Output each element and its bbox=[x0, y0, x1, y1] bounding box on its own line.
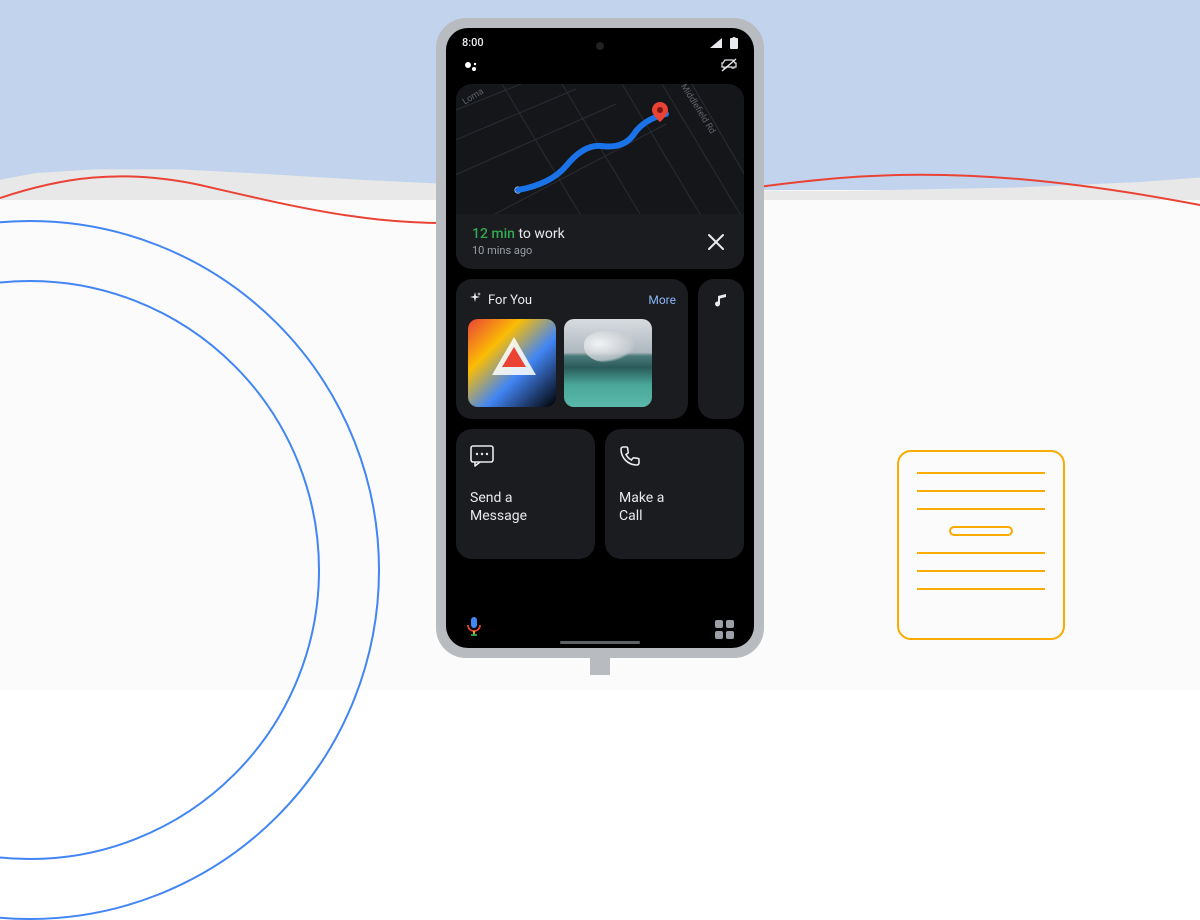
dismiss-navigation-button[interactable] bbox=[704, 230, 728, 254]
app-bar bbox=[446, 53, 754, 84]
status-time: 8:00 bbox=[462, 36, 484, 49]
phone-icon bbox=[619, 445, 730, 471]
car-muted-icon[interactable] bbox=[720, 57, 738, 76]
signal-icon bbox=[710, 38, 722, 48]
music-note-icon bbox=[714, 293, 728, 313]
map-preview[interactable]: Loma Middlefield Rd bbox=[456, 84, 744, 214]
send-message-card[interactable]: Send a Message bbox=[456, 429, 595, 559]
message-icon bbox=[470, 445, 581, 471]
driving-mode-content: Loma Middlefield Rd 12 min to work 10 mi… bbox=[446, 84, 754, 606]
assistant-icon[interactable] bbox=[462, 58, 480, 76]
navigation-card[interactable]: Loma Middlefield Rd 12 min to work 10 mi… bbox=[456, 84, 744, 269]
voice-assistant-button[interactable] bbox=[466, 616, 482, 642]
phone-mount-stem bbox=[590, 657, 610, 675]
route-line bbox=[456, 84, 744, 214]
app-launcher-button[interactable] bbox=[715, 620, 734, 639]
camera-notch bbox=[596, 42, 604, 50]
decorative-document-icon bbox=[897, 450, 1065, 640]
make-call-label: Make a Call bbox=[619, 489, 730, 525]
for-you-title: For You bbox=[488, 293, 532, 308]
phone-screen: 8:00 bbox=[446, 28, 754, 648]
media-item-1[interactable] bbox=[468, 319, 556, 407]
home-indicator[interactable] bbox=[560, 641, 640, 644]
music-app-card[interactable] bbox=[698, 279, 744, 419]
for-you-card: For You More bbox=[456, 279, 688, 419]
sparkle-icon bbox=[468, 291, 482, 309]
close-icon bbox=[707, 233, 725, 251]
for-you-more-link[interactable]: More bbox=[648, 293, 676, 307]
eta-text: 12 min to work bbox=[472, 226, 565, 242]
destination-pin-icon bbox=[652, 102, 668, 126]
phone-device: 8:00 bbox=[436, 18, 764, 658]
media-item-2[interactable] bbox=[564, 319, 652, 407]
eta-timestamp: 10 mins ago bbox=[472, 244, 565, 257]
media-suggestions bbox=[468, 319, 676, 407]
make-call-card[interactable]: Make a Call bbox=[605, 429, 744, 559]
navigation-info-row: 12 min to work 10 mins ago bbox=[456, 214, 744, 269]
battery-icon bbox=[730, 37, 738, 49]
send-message-label: Send a Message bbox=[470, 489, 581, 525]
